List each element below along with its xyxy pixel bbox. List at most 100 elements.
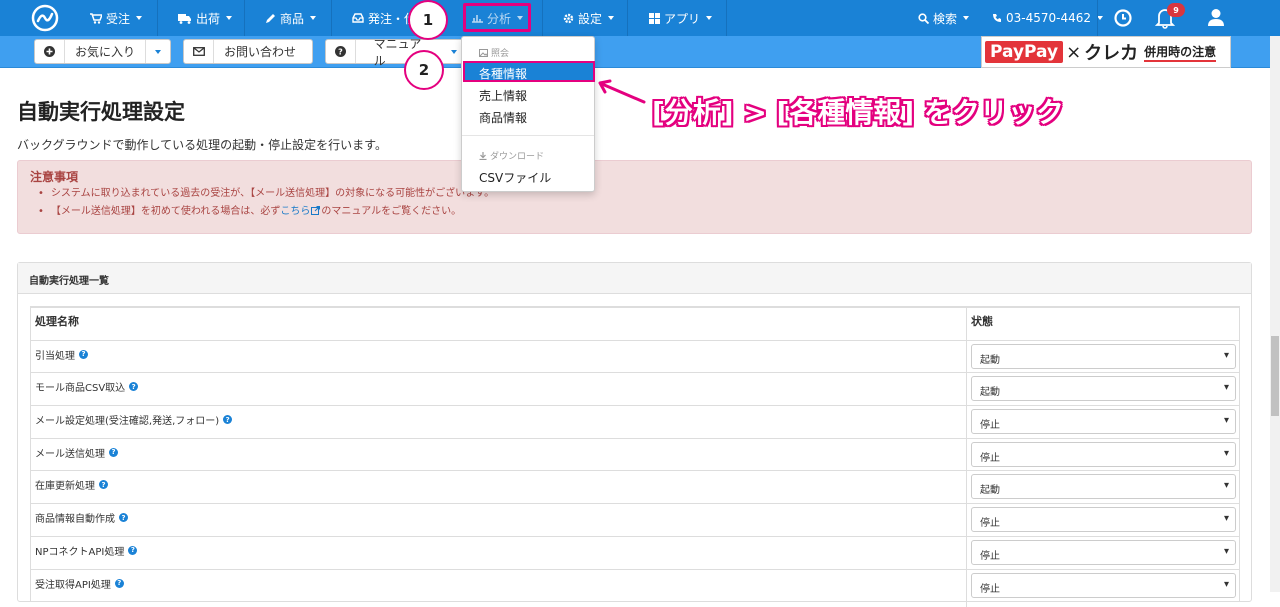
state-cell: 起動 xyxy=(971,376,1236,402)
annotation-instruction: [分析] > [各種情報] をクリック xyxy=(652,96,1064,129)
table-header-row: 処理名称 状態 xyxy=(31,307,1239,340)
state-cell: 停止 xyxy=(971,507,1236,533)
chevron-down-icon xyxy=(706,16,713,20)
analysis-dropdown-menu: 照会 売上情報 商品情報 ダウンロード CSVファイル xyxy=(461,36,595,192)
contact-button[interactable]: お問い合わせ xyxy=(183,39,313,64)
download-icon xyxy=(479,151,487,160)
column-header-state: 状態 xyxy=(971,315,993,328)
nav-divider xyxy=(627,0,628,36)
nav-divider xyxy=(1097,0,1098,36)
user-icon[interactable] xyxy=(1207,8,1225,27)
state-select[interactable]: 起動 xyxy=(971,343,1236,369)
favorites-dropdown-toggle[interactable] xyxy=(145,40,167,63)
nav-settings[interactable]: 設定 xyxy=(563,0,615,36)
scrollbar-thumb[interactable] xyxy=(1271,336,1279,416)
nav-apps-label: アプリ xyxy=(664,11,701,26)
inbox-icon xyxy=(352,13,364,23)
menu-item-sales[interactable]: 売上情報 xyxy=(479,87,527,104)
auto-process-table: 処理名称 状態 引当処理? 起動 モール商品CSV取込? 起動 メール設定処理(… xyxy=(30,306,1240,607)
manual-button[interactable]: ? マニュアル xyxy=(325,37,465,68)
process-name: NPコネクトAPI処理? xyxy=(35,543,138,558)
table-row: モール商品CSV取込? 起動 xyxy=(31,372,1239,405)
menu-header-download: ダウンロード xyxy=(479,149,544,162)
menu-item-various-highlighted[interactable]: 各種情報 xyxy=(463,61,595,82)
nav-products-label: 商品 xyxy=(280,11,305,26)
nav-shipping-label: 出荷 xyxy=(196,11,221,26)
nav-purchase[interactable]: 発注・仕 xyxy=(352,0,416,36)
process-name: 在庫更新処理? xyxy=(35,477,108,492)
alert-item-text: のマニュアルをご覧ください。 xyxy=(321,206,462,217)
nav-phone[interactable]: 03-4570-4462 xyxy=(992,0,1104,36)
process-name-text: 在庫更新処理 xyxy=(35,481,95,493)
nav-divider xyxy=(331,0,332,36)
process-name: メール送信処理? xyxy=(35,445,118,460)
chevron-down-icon xyxy=(608,16,615,20)
envelope-icon xyxy=(184,40,214,63)
banner-kureka: クレカ xyxy=(1084,43,1139,64)
nav-search[interactable]: 検索 xyxy=(918,0,970,36)
page-scrollbar[interactable] xyxy=(1270,36,1280,592)
top-navbar: 受注 出荷 商品 発注・仕 分析 設定 アプリ 検索 03-4570-4462 … xyxy=(0,0,1280,36)
process-name-text: 受注取得API処理 xyxy=(35,579,111,591)
help-icon[interactable]: ? xyxy=(128,545,138,555)
help-icon[interactable]: ? xyxy=(109,447,118,457)
help-icon[interactable]: ? xyxy=(79,349,88,359)
contact-label: お問い合わせ xyxy=(224,45,297,59)
help-icon[interactable]: ? xyxy=(223,415,233,425)
menu-header-download-label: ダウンロード xyxy=(490,152,545,162)
state-select[interactable]: 停止 xyxy=(971,572,1236,598)
nav-apps[interactable]: アプリ xyxy=(649,0,713,36)
state-select[interactable]: 起動 xyxy=(971,474,1236,500)
state-select[interactable]: 停止 xyxy=(971,441,1236,467)
process-name-text: メール送信処理 xyxy=(35,448,105,460)
chevron-down-icon xyxy=(963,16,970,20)
manual-link[interactable]: こちら xyxy=(280,206,310,217)
state-cell: 停止 xyxy=(971,409,1236,435)
help-icon[interactable]: ? xyxy=(114,578,124,588)
caution-alert: 注意事項 システムに取り込まれている過去の受注が、【メール送信処理】の対象になる… xyxy=(17,160,1252,234)
nav-divider xyxy=(157,0,158,36)
state-cell: 停止 xyxy=(971,539,1236,565)
clock-icon[interactable] xyxy=(1114,9,1132,27)
nav-shipping[interactable]: 出荷 xyxy=(178,0,233,36)
nav-orders-label: 受注 xyxy=(106,11,131,26)
pencil-icon xyxy=(266,13,275,23)
plus-circle-icon xyxy=(35,40,65,63)
process-name-text: 引当処理 xyxy=(35,350,75,362)
paypay-logo: PayPay xyxy=(985,41,1064,63)
nav-divider xyxy=(244,0,245,36)
nav-settings-label: 設定 xyxy=(578,11,603,26)
process-name: 引当処理? xyxy=(35,347,88,362)
state-cell: 起動 xyxy=(971,474,1236,500)
paypay-credit-banner[interactable]: PayPay × クレカ 併用時の注意 xyxy=(981,36,1231,68)
state-select[interactable]: 停止 xyxy=(971,507,1236,533)
nav-products[interactable]: 商品 xyxy=(265,0,317,36)
menu-header-view: 照会 xyxy=(479,46,509,59)
chevron-down-icon xyxy=(136,16,143,20)
menu-item-csv[interactable]: CSVファイル xyxy=(479,169,551,186)
cart-icon xyxy=(90,12,102,24)
help-icon[interactable]: ? xyxy=(129,382,139,392)
table-row: NPコネクトAPI処理? 停止 xyxy=(31,535,1239,569)
nav-orders[interactable]: 受注 xyxy=(90,0,143,36)
nav-search-label: 検索 xyxy=(933,11,958,26)
auto-process-panel: 自動実行処理一覧 処理名称 状態 引当処理? 起動 モール商品CSV取込? 起動… xyxy=(17,262,1252,607)
favorites-button[interactable]: お気に入り xyxy=(34,39,171,64)
state-select[interactable]: 停止 xyxy=(971,539,1236,565)
process-name-text: 商品情報自動作成 xyxy=(35,514,115,526)
alert-item-text: システムに取り込まれている過去の受注が、【メール送信処理】の対象になる可能性がご… xyxy=(50,188,495,199)
state-select[interactable]: 停止 xyxy=(971,409,1236,435)
help-icon[interactable]: ? xyxy=(99,480,108,490)
grid-icon xyxy=(649,12,660,24)
process-name: 商品情報自動作成? xyxy=(35,510,128,525)
menu-item-product[interactable]: 商品情報 xyxy=(479,109,527,126)
chevron-down-icon xyxy=(226,16,233,20)
state-select[interactable]: 起動 xyxy=(971,376,1236,402)
external-link-icon xyxy=(311,206,321,215)
notification-badge: 9 xyxy=(1167,3,1185,17)
annotation-highlight-analysis xyxy=(463,3,531,32)
app-logo-icon[interactable] xyxy=(31,4,59,32)
help-icon[interactable]: ? xyxy=(119,513,128,523)
step-2-marker: 2 xyxy=(404,50,444,90)
process-name-text: メール設定処理(受注確認,発送,フォロー) xyxy=(35,416,220,428)
